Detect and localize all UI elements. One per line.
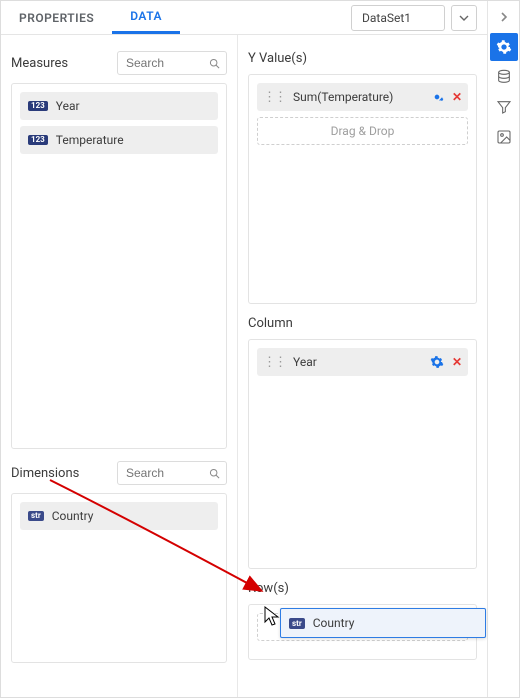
dimensions-panel: str Country [11, 493, 227, 663]
remove-icon[interactable]: ✕ [452, 355, 462, 369]
dataset-dropdown-button[interactable] [451, 5, 477, 31]
dataset-selector: DataSet1 [351, 1, 487, 34]
header-bar: PROPERTIES DATA DataSet1 [1, 1, 487, 35]
measures-panel: 123 Year 123 Temperature [11, 83, 227, 449]
drag-handle-icon[interactable]: ⋮⋮ [263, 90, 285, 105]
drag-handle-icon[interactable]: ⋮⋮ [263, 355, 285, 370]
sidebar-filter[interactable] [490, 93, 518, 121]
gear-icon [496, 39, 512, 55]
right-sidebar [487, 1, 519, 697]
tabs: PROPERTIES DATA [1, 1, 351, 34]
filter-icon [496, 99, 512, 115]
chevron-down-icon [459, 13, 469, 23]
column-item-year[interactable]: ⋮⋮ Year ✕ [257, 348, 468, 376]
column-label: Year [293, 355, 422, 369]
string-type-icon: str [28, 511, 44, 521]
sidebar-data[interactable] [490, 63, 518, 91]
measures-search-input[interactable] [124, 55, 205, 71]
dataset-select-value[interactable]: DataSet1 [351, 5, 445, 31]
yvalue-label: Sum(Temperature) [293, 90, 422, 104]
measure-field-year[interactable]: 123 Year [20, 92, 218, 120]
fields-column: Measures 123 Year 123 Temperature [1, 35, 238, 697]
dimension-field-country[interactable]: str Country [20, 502, 218, 530]
sidebar-settings[interactable] [490, 33, 518, 61]
field-label: Temperature [56, 133, 124, 147]
numeric-type-icon: 123 [28, 135, 48, 145]
field-label: Year [56, 99, 80, 113]
dimensions-search[interactable] [117, 461, 227, 485]
column-title: Column [248, 316, 477, 331]
binding-column: Y Value(s) ⋮⋮ Sum(Temperature) ✕ Drag & … [238, 35, 487, 697]
field-label: Country [52, 509, 94, 523]
gear-icon[interactable] [430, 90, 444, 104]
dimensions-title: Dimensions [11, 466, 79, 481]
search-icon [209, 467, 220, 480]
image-settings-icon [496, 129, 512, 145]
yvalues-title: Y Value(s) [248, 51, 477, 66]
collapse-panel-button[interactable] [490, 3, 518, 31]
measures-search[interactable] [117, 51, 227, 75]
yvalue-item-sum-temperature[interactable]: ⋮⋮ Sum(Temperature) ✕ [257, 83, 468, 111]
database-icon [496, 69, 512, 85]
drag-ghost-country: str Country [280, 608, 486, 638]
yvalues-dropzone[interactable]: Drag & Drop [257, 117, 468, 145]
tab-data[interactable]: DATA [112, 1, 180, 34]
dimensions-search-input[interactable] [124, 465, 205, 481]
measures-title: Measures [11, 56, 68, 71]
chevron-right-icon [499, 12, 509, 22]
rows-title: Row(s) [248, 581, 477, 596]
sidebar-image[interactable] [490, 123, 518, 151]
string-type-icon: str [289, 618, 305, 629]
remove-icon[interactable]: ✕ [452, 90, 462, 104]
column-panel[interactable]: ⋮⋮ Year ✕ [248, 339, 477, 569]
gear-icon[interactable] [430, 355, 444, 369]
tab-properties[interactable]: PROPERTIES [1, 1, 112, 34]
drag-ghost-label: Country [313, 616, 355, 630]
measure-field-temperature[interactable]: 123 Temperature [20, 126, 218, 154]
search-icon [209, 57, 220, 70]
yvalues-panel[interactable]: ⋮⋮ Sum(Temperature) ✕ Drag & Drop [248, 74, 477, 304]
numeric-type-icon: 123 [28, 101, 48, 111]
